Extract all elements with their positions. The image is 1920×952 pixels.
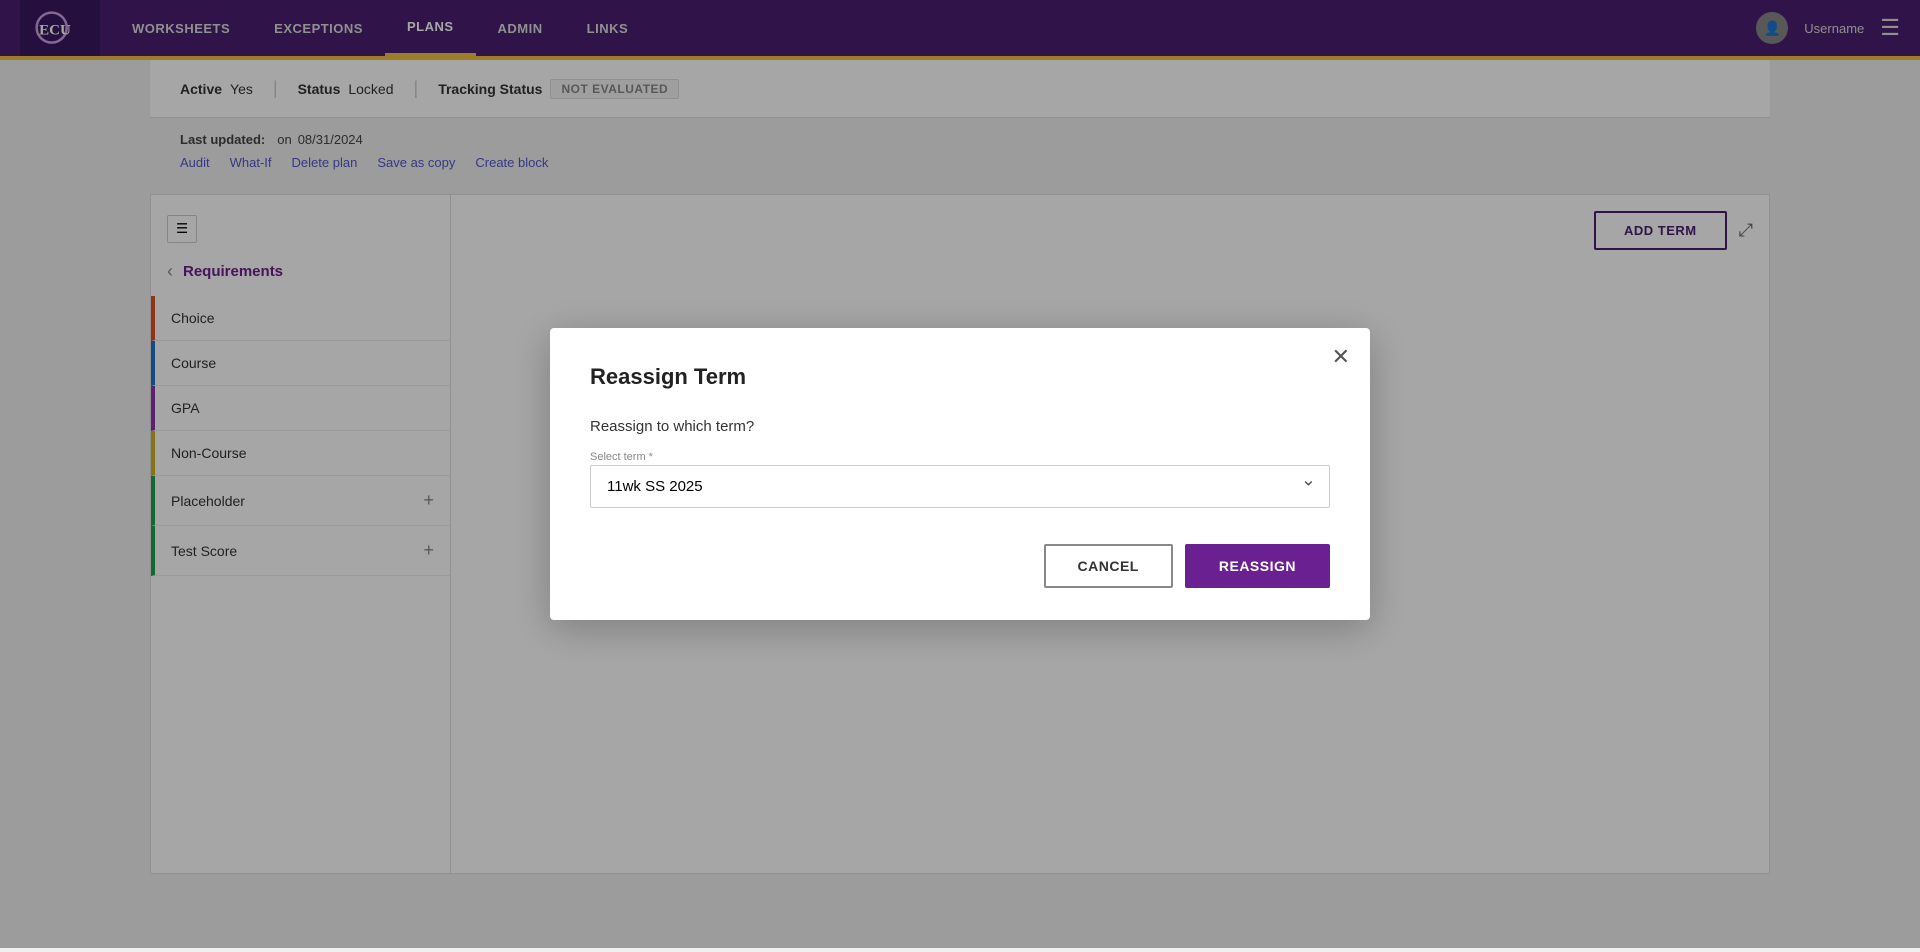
modal-question: Reassign to which term? (590, 418, 1330, 435)
modal-close-button[interactable]: ✕ (1332, 344, 1350, 370)
reassign-button[interactable]: REASSIGN (1185, 544, 1330, 588)
reassign-term-modal: Reassign Term ✕ Reassign to which term? … (550, 328, 1370, 620)
select-wrapper: Select term * 11wk SS 2025 Fall 2025 Spr… (590, 451, 1330, 508)
term-select[interactable]: 11wk SS 2025 Fall 2025 Spring 2025 Summe… (590, 465, 1330, 508)
modal-title: Reassign Term (590, 364, 1330, 390)
select-label: Select term * (590, 451, 1330, 463)
cancel-button[interactable]: CANCEL (1044, 544, 1173, 588)
modal-overlay[interactable]: Reassign Term ✕ Reassign to which term? … (0, 0, 1920, 948)
modal-actions: CANCEL REASSIGN (590, 544, 1330, 588)
